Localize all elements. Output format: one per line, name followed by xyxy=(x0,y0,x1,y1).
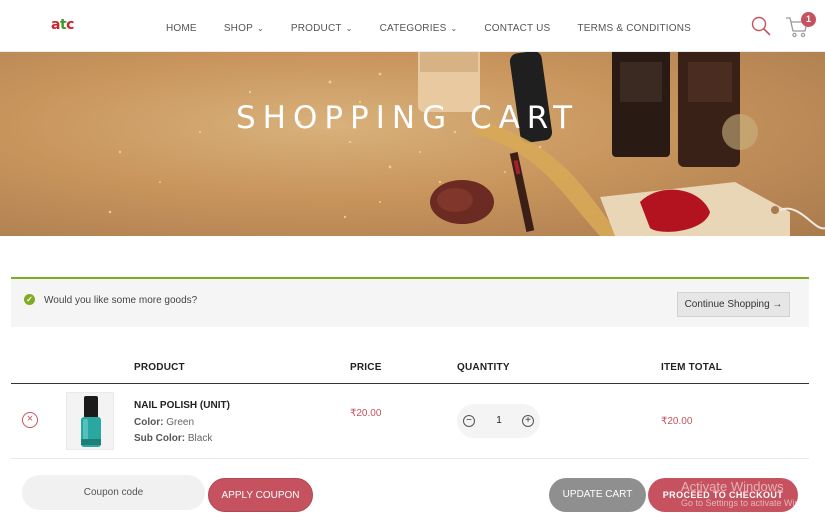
product-sub-color: Sub Color: Black xyxy=(134,433,212,444)
nav-item-label: TERMS & CONDITIONS xyxy=(577,23,692,34)
nav-item-home[interactable]: HOME xyxy=(166,23,197,34)
nav-item-label: HOME xyxy=(166,23,197,34)
nav-item-label: CONTACT US xyxy=(484,23,551,34)
hero-banner: SHOPPING CART xyxy=(0,52,825,236)
continue-shopping-notice: ✓ Would you like some more goods? Contin… xyxy=(11,277,809,327)
product-color: Color: Green xyxy=(134,417,194,428)
nav-item-label: SHOP xyxy=(223,23,253,34)
nav-item-contact[interactable]: CONTACT US xyxy=(484,23,550,34)
logo-letter-a: a xyxy=(51,17,60,33)
color-value: Green xyxy=(166,417,195,428)
column-header-quantity: QUANTITY xyxy=(457,362,510,373)
site-header: atc HOME SHOP ⌄ PRODUCT ⌄ CATEGORIES ⌄ C… xyxy=(0,0,825,52)
column-header-price: PRICE xyxy=(350,362,382,373)
os-activation-watermark: Activate Windows xyxy=(681,479,784,494)
search-icon[interactable] xyxy=(751,16,771,36)
apply-coupon-button[interactable]: APPLY COUPON xyxy=(208,478,313,512)
check-circle-icon: ✓ xyxy=(24,294,35,305)
sub-color-value: Black xyxy=(187,433,213,444)
hero-cosmetics-illustration xyxy=(108,52,825,236)
nav-item-shop[interactable]: SHOP ⌄ xyxy=(224,23,264,34)
color-label: Color: xyxy=(134,417,164,428)
column-header-item-total: ITEM TOTAL xyxy=(661,362,723,373)
nav-item-label: CATEGORIES xyxy=(379,23,447,34)
product-thumbnail[interactable] xyxy=(66,392,114,450)
notice-message: Would you like some more goods? xyxy=(44,295,198,306)
chevron-down-icon: ⌄ xyxy=(450,24,458,33)
quantity-value[interactable]: 1 xyxy=(487,415,511,426)
main-nav: HOME SHOP ⌄ PRODUCT ⌄ CATEGORIES ⌄ CONTA… xyxy=(166,23,691,34)
brand-logo[interactable]: atc xyxy=(51,17,74,33)
coupon-code-input[interactable] xyxy=(22,475,205,510)
column-header-product: PRODUCT xyxy=(134,362,185,373)
table-header-divider xyxy=(11,383,809,384)
chevron-down-icon: ⌄ xyxy=(345,24,353,33)
increase-quantity-button[interactable]: + xyxy=(522,415,534,427)
decrease-quantity-button[interactable]: − xyxy=(463,415,475,427)
remove-item-icon[interactable]: × xyxy=(22,412,38,428)
cart-count-badge: 1 xyxy=(801,12,816,27)
chevron-down-icon: ⌄ xyxy=(256,24,264,33)
sub-color-label: Sub Color: xyxy=(134,433,186,444)
nav-item-label: PRODUCT xyxy=(290,23,342,34)
product-price: ₹20.00 xyxy=(350,408,382,419)
page-title: SHOPPING CART xyxy=(235,100,580,136)
nav-item-categories[interactable]: CATEGORIES ⌄ xyxy=(380,23,458,34)
product-name[interactable]: NAIL POLISH (UNIT) xyxy=(134,400,230,411)
nav-item-product[interactable]: PRODUCT ⌄ xyxy=(291,23,353,34)
quantity-stepper: − 1 + xyxy=(457,404,540,438)
continue-shopping-button[interactable]: Continue Shopping → xyxy=(677,292,790,317)
item-total: ₹20.00 xyxy=(661,416,693,427)
nav-item-terms[interactable]: TERMS & CONDITIONS xyxy=(577,23,691,34)
os-activation-watermark-subtext: Go to Settings to activate Windows. xyxy=(681,498,824,508)
row-divider xyxy=(11,458,809,459)
update-cart-button[interactable]: UPDATE CART xyxy=(549,478,646,512)
logo-letter-c: c xyxy=(66,17,74,33)
